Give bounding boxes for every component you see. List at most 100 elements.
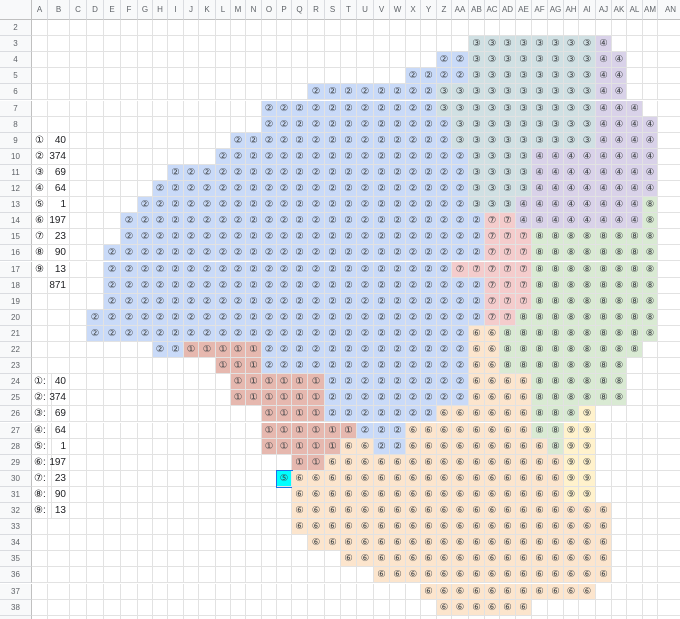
cell[interactable] [643,583,658,600]
shape-cell[interactable]: ② [277,132,292,149]
row-header[interactable]: 30 [0,470,32,487]
cell[interactable] [184,519,199,536]
cell[interactable] [596,438,612,455]
cell[interactable] [184,454,199,471]
cell[interactable] [246,454,262,471]
cell[interactable] [374,599,390,616]
row-header[interactable]: 4 [0,52,32,69]
shape-cell[interactable]: ⑥ [406,422,421,439]
shape-cell[interactable]: ② [104,245,121,262]
shape-cell[interactable]: ⑥ [532,535,548,552]
cell[interactable] [469,20,485,37]
shape-cell[interactable]: ⑥ [437,438,452,455]
cell[interactable] [153,36,168,53]
cell[interactable] [87,213,104,230]
shape-cell[interactable]: ⑧ [532,325,548,342]
cell[interactable] [32,277,48,294]
shape-cell[interactable]: ① [292,374,308,391]
shape-cell[interactable]: ② [341,132,357,149]
row-header[interactable]: 6 [0,84,32,101]
shape-cell[interactable]: ⑧ [596,293,612,310]
shape-cell[interactable]: ⑥ [516,567,532,584]
shape-cell[interactable]: ② [437,229,452,246]
shape-cell[interactable]: ② [231,309,246,326]
shape-cell[interactable]: ④ [612,116,627,133]
cell[interactable] [104,84,121,101]
cell[interactable] [658,455,680,471]
cell[interactable] [246,583,262,600]
shape-cell[interactable]: ⑧ [627,277,643,294]
shape-cell[interactable]: ② [357,406,374,423]
cell[interactable] [104,36,121,53]
cell[interactable] [658,567,680,584]
shape-cell[interactable]: ② [184,213,199,230]
cell[interactable] [277,599,292,616]
shape-cell[interactable]: ② [199,277,216,294]
shape-cell[interactable]: ② [469,229,485,246]
shape-cell[interactable]: ② [138,261,153,278]
shape-cell[interactable]: ② [308,132,325,149]
cell[interactable] [87,454,104,471]
cell[interactable] [121,148,138,165]
shape-cell[interactable]: ⑧ [627,309,643,326]
cell[interactable] [138,454,153,471]
cell[interactable] [138,148,153,165]
shape-cell[interactable]: ② [153,229,168,246]
shape-cell[interactable]: ① [262,390,277,407]
cell[interactable] [277,583,292,600]
shape-cell[interactable]: ② [437,261,452,278]
shape-cell[interactable]: ② [421,84,437,101]
cell[interactable] [277,36,292,53]
cell[interactable] [643,567,658,584]
shape-cell[interactable]: ③ [516,36,532,53]
cell[interactable] [627,438,643,455]
column-header[interactable]: Z [437,0,452,20]
cell[interactable] [216,438,231,455]
cell[interactable] [70,52,87,69]
shape-cell[interactable]: ② [421,116,437,133]
shape-cell[interactable]: ③ [469,84,485,101]
row-header[interactable]: 23 [0,358,32,375]
cell[interactable] [153,583,168,600]
shape-cell[interactable]: ② [390,342,406,359]
cell[interactable] [87,293,104,310]
shape-cell[interactable]: ⑦ [500,245,516,262]
cell[interactable] [612,486,627,503]
cell[interactable] [48,52,70,69]
shape-cell[interactable]: ② [406,374,421,391]
cell[interactable] [658,487,680,503]
shape-cell[interactable]: ⑥ [357,551,374,568]
shape-cell[interactable]: ② [292,277,308,294]
shape-cell[interactable]: ② [421,342,437,359]
cell[interactable] [121,583,138,600]
shape-cell[interactable]: ⑥ [469,599,485,616]
legend-value[interactable]: 374 [48,390,70,407]
shape-cell[interactable]: ② [184,181,199,198]
shape-cell[interactable]: ⑦ [500,309,516,326]
shape-cell[interactable]: ⑧ [612,293,627,310]
cell[interactable] [87,390,104,407]
shape-cell[interactable]: ② [390,197,406,214]
shape-cell[interactable]: ② [168,261,184,278]
cell[interactable] [262,535,277,552]
shape-cell[interactable]: ⑥ [452,438,469,455]
shape-cell[interactable]: ⑥ [357,454,374,471]
cell[interactable] [658,390,680,407]
shape-cell[interactable]: ⑥ [374,519,390,536]
shape-cell[interactable]: ② [121,229,138,246]
cell[interactable] [643,358,658,375]
cell[interactable] [199,583,216,600]
cell[interactable] [246,52,262,69]
cell[interactable] [168,551,184,568]
cell[interactable] [70,245,87,262]
shape-cell[interactable]: ② [246,277,262,294]
cell[interactable] [406,36,421,53]
shape-cell[interactable]: ⑧ [532,245,548,262]
shape-cell[interactable]: ② [199,261,216,278]
cell[interactable] [231,422,246,439]
shape-cell[interactable]: ④ [516,197,532,214]
shape-cell[interactable]: ⑥ [564,519,579,536]
shape-cell[interactable]: ② [153,277,168,294]
shape-cell[interactable]: ② [199,309,216,326]
shape-cell[interactable]: ① [277,422,292,439]
